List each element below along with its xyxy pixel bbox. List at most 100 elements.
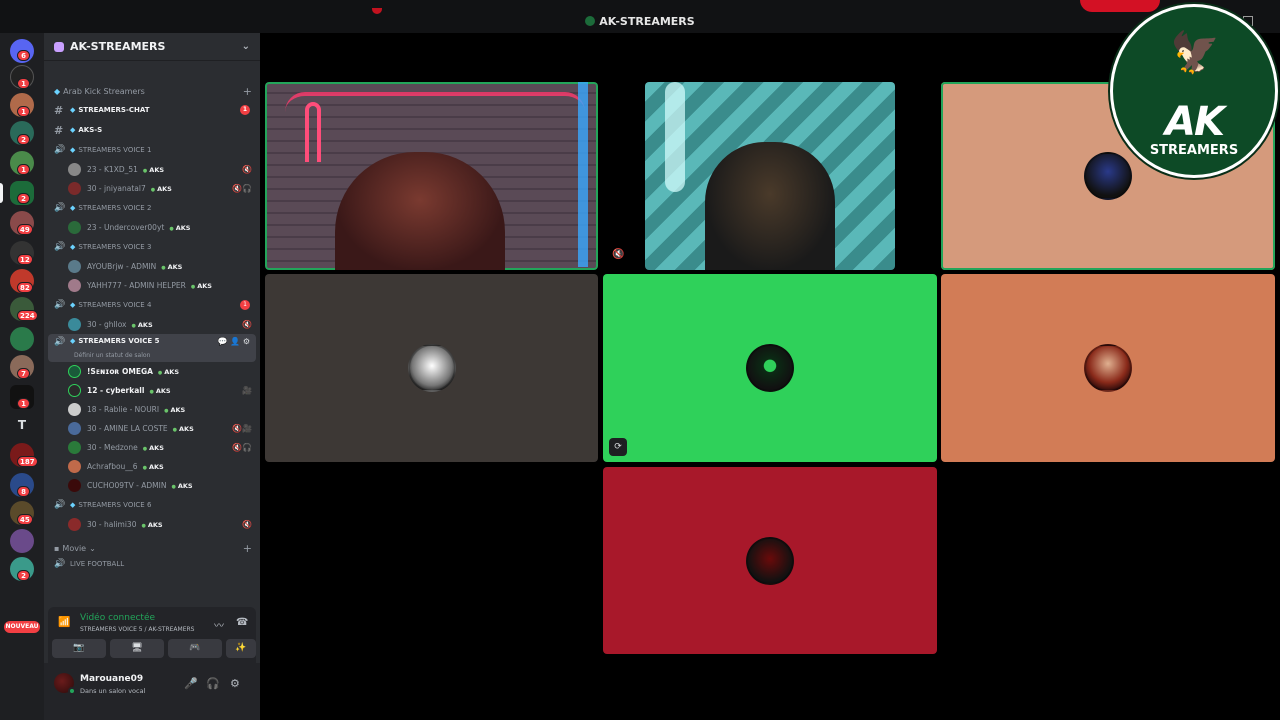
gear-icon[interactable]: ⚙	[243, 337, 250, 346]
channel-label: STREAMERS VOICE 3	[78, 243, 152, 251]
channel-streamers-voice-6[interactable]: 🔊 ◆ STREAMERS VOICE 6	[44, 495, 260, 515]
voice-user[interactable]: 12 - cyberkall AKS 🎥	[44, 381, 260, 400]
badge: 6	[17, 50, 30, 61]
category-movie[interactable]: ▪ Movie ⌄ +	[44, 540, 260, 557]
camera-toggle-button[interactable]: 📷	[52, 639, 106, 658]
channel-label: STREAMERS VOICE 4	[78, 301, 152, 309]
avatar	[68, 279, 81, 292]
channel-label: LIVE FOOTBALL	[70, 560, 125, 568]
server-tag: AKS	[143, 166, 164, 174]
noise-suppression-icon[interactable]: 〰	[214, 617, 224, 632]
video-tile-user[interactable]	[265, 274, 598, 462]
speaker-icon: 🔊	[54, 145, 66, 155]
voice-user[interactable]: CUCHO09TV - ADMIN AKS	[44, 476, 260, 495]
category-arab-kick-streamers[interactable]: ◆ Arab Kick Streamers +	[44, 83, 260, 100]
voice-user[interactable]: 30 - ghllox AKS 🔇	[44, 315, 260, 334]
account-panel: Marouane09 Dans un salon vocal 🎤 🎧 ⚙	[44, 663, 260, 720]
activity-button[interactable]: 🎮	[168, 639, 222, 658]
voice-status-subtitle[interactable]: STREAMERS VOICE 5 / AK-STREAMERS	[80, 626, 194, 633]
title-bar: AK-STREAMERS	[0, 0, 1280, 33]
user-name: 23 - K1XD_51	[87, 165, 138, 174]
gem-icon: ◆	[70, 204, 76, 212]
server-tag: AKS	[151, 185, 172, 193]
badge: 1	[17, 164, 30, 175]
soundboard-button[interactable]: ✨	[226, 639, 256, 658]
add-channel-icon[interactable]: +	[243, 85, 252, 98]
voice-user[interactable]: 23 - K1XD_51 AKS 🔇	[44, 160, 260, 179]
server-tag: AKS	[164, 406, 185, 414]
video-tile-user[interactable]	[603, 467, 937, 654]
avatar	[407, 344, 456, 392]
avatar	[68, 422, 81, 435]
avatar	[68, 318, 81, 331]
chevron-down-icon: ⌄	[89, 544, 96, 553]
voice-user[interactable]: Achrafbou__6 AKS	[44, 457, 260, 476]
voice-user[interactable]: 30 - halimi30 AKS 🔇	[44, 515, 260, 534]
speaker-icon: 🔊	[54, 559, 66, 569]
screen-share-icon: ⟳	[609, 438, 627, 456]
server-tag: AKS	[143, 463, 164, 471]
video-tile-camera-1[interactable]	[265, 82, 598, 270]
muted-video-icon: 🔇🎥	[232, 424, 252, 433]
avatar	[1084, 344, 1132, 392]
channel-label: AKS-S	[78, 126, 103, 134]
channel-aks-s[interactable]: # ◆ AKS-S	[44, 120, 260, 140]
decoration	[305, 102, 321, 162]
badge: 45	[17, 514, 33, 525]
avatar	[68, 163, 81, 176]
voice-user[interactable]: !Ѕᴇɴɪᴏʀ OMEGA AKS	[44, 362, 260, 381]
channel-streamers-voice-1[interactable]: 🔊 ◆ STREAMERS VOICE 1	[44, 140, 260, 160]
channel-streamers-chat[interactable]: # ◆ STREAMERS-CHAT 1	[44, 100, 260, 120]
unread-badge: 1	[240, 105, 250, 115]
speaker-icon: 🔊	[54, 300, 66, 310]
voice-user[interactable]: 30 - jniyanatal7 AKS 🔇🎧	[44, 179, 260, 198]
channel-streamers-voice-2[interactable]: 🔊 ◆ STREAMERS VOICE 2	[44, 198, 260, 218]
server-icon[interactable]	[10, 529, 34, 553]
muted-icon: 🔇	[242, 320, 252, 329]
server-icon[interactable]	[10, 327, 34, 351]
voice-user[interactable]: 18 - Rablie - NOURI AKS	[44, 400, 260, 419]
decoration	[285, 92, 585, 162]
user-name: 30 - AMINE LA COSTE	[87, 424, 168, 433]
video-tile-camera-2[interactable]	[645, 82, 895, 270]
channel-streamers-voice-4[interactable]: 🔊 ◆ STREAMERS VOICE 4 1	[44, 295, 260, 315]
gem-icon: ◆	[70, 243, 76, 251]
gear-icon[interactable]: ⚙	[230, 677, 240, 690]
channel-streamers-voice-3[interactable]: 🔊 ◆ STREAMERS VOICE 3	[44, 237, 260, 257]
voice-user[interactable]: 30 - Medzone AKS 🔇🎧	[44, 438, 260, 457]
server-tag: AKS	[171, 482, 193, 490]
server-tag: AKS	[169, 224, 191, 232]
chat-icon[interactable]: 💬	[218, 337, 228, 346]
video-tile-cyberkall[interactable]: ⟳	[603, 274, 937, 462]
user-name: 18 - Rablie - NOURI	[87, 405, 160, 414]
channel-label: STREAMERS VOICE 2	[78, 204, 152, 212]
voice-user[interactable]: YAHH777 - ADMIN HELPER AKS	[44, 276, 260, 295]
channel-live-football[interactable]: 🔊 LIVE FOOTBALL	[44, 557, 260, 571]
video-tile-user[interactable]	[941, 274, 1275, 462]
badge: 1	[17, 78, 30, 89]
server-tag: AKS	[161, 263, 183, 271]
account-name[interactable]: Marouane09	[80, 674, 143, 684]
server-header[interactable]: AK-STREAMERS ⌄	[44, 33, 260, 61]
user-name: 12 - cyberkall	[87, 386, 145, 395]
decoration	[372, 8, 382, 14]
server-icon-t[interactable]: T	[10, 413, 34, 437]
channel-streamers-voice-5[interactable]: 🔊 ◆ STREAMERS VOICE 5 Définir un statut …	[48, 334, 256, 362]
channel-label: STREAMERS-CHAT	[78, 106, 150, 114]
avatar	[68, 182, 81, 195]
channel-status[interactable]: Définir un statut de salon	[74, 352, 150, 359]
screen-share-button[interactable]: 🖥	[110, 639, 164, 658]
voice-user[interactable]: AYOUBrjw - ADMIN AKS	[44, 257, 260, 276]
voice-user[interactable]: 23 - Undercover00yt AKS	[44, 218, 260, 237]
invite-icon[interactable]: 👤	[230, 337, 240, 346]
gem-icon: ◆	[70, 106, 76, 114]
headphones-icon[interactable]: 🎧	[206, 677, 220, 690]
add-channel-icon[interactable]: +	[243, 542, 252, 555]
disconnect-icon[interactable]: ☎	[236, 617, 248, 628]
channel-list: ◆ Arab Kick Streamers + # ◆ STREAMERS-CH…	[44, 83, 260, 571]
online-status-dot	[68, 687, 76, 695]
decoration	[665, 82, 685, 192]
gem-icon: ◆	[54, 87, 61, 96]
voice-user[interactable]: 30 - AMINE LA COSTE AKS 🔇🎥	[44, 419, 260, 438]
microphone-icon[interactable]: 🎤	[184, 677, 198, 690]
